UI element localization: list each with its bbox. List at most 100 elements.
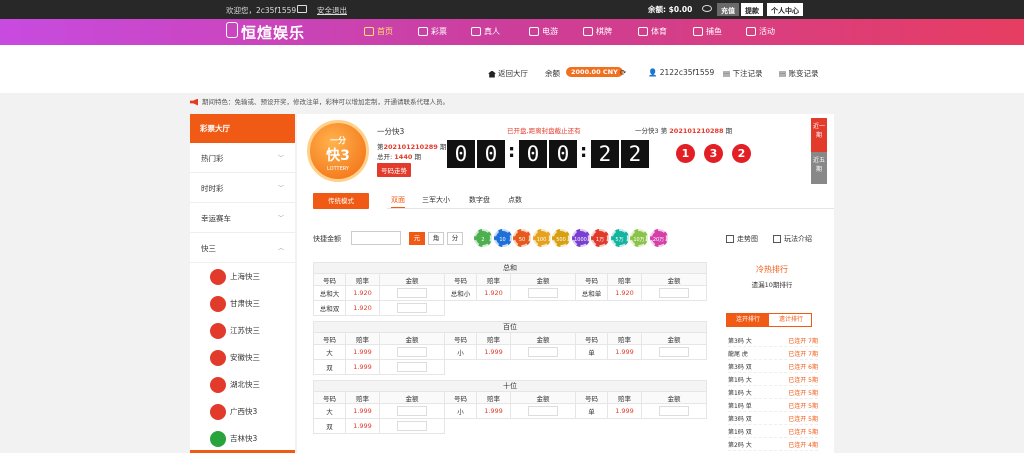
nav-item-lottery[interactable]: 彩票 xyxy=(418,26,447,37)
trend-chart-link[interactable]: 走势图 xyxy=(726,234,758,244)
sidebar-item-anhui-k3[interactable]: 安徽快三 xyxy=(190,344,295,371)
bet-amount-input[interactable] xyxy=(659,288,689,298)
logout-link[interactable]: 安全退出 xyxy=(317,5,347,16)
chip-50[interactable]: 50 xyxy=(513,229,531,247)
chevron-down-icon: ﹀ xyxy=(277,185,284,192)
sidebar-header[interactable]: 彩票大厅 xyxy=(190,114,295,143)
bet-table: 总和 号码 赔率 金额 号码 赔率 金额 号码 赔率 金额 总和大 1.920 总和小 1.920 总和单 1… xyxy=(313,262,707,439)
chip-2[interactable]: 2 xyxy=(474,229,492,247)
draw-status: 已开盘,距离封盘截止还有 xyxy=(507,127,581,135)
tab-recent-five[interactable]: 近五期 xyxy=(811,152,827,184)
nav-label: 捕鱼 xyxy=(706,27,722,36)
recharge-button[interactable]: 充值 xyxy=(717,3,739,16)
unit-jiao-button[interactable]: 角 xyxy=(428,232,444,245)
sidebar-cat-racing[interactable]: 幸运赛车 ﹀ xyxy=(190,203,295,233)
sub-label: 安徽快三 xyxy=(230,353,260,362)
chip-500[interactable]: 500 xyxy=(552,229,570,247)
refresh-icon[interactable]: ⟳ xyxy=(620,68,626,77)
bet-amount-input[interactable] xyxy=(528,347,558,357)
bet-amount-input[interactable] xyxy=(397,406,427,416)
sidebar-item-guangxi-k3[interactable]: 广西快3 xyxy=(190,398,295,425)
bet-option-label: 小 xyxy=(445,404,477,419)
balance-text: 余额: $0.00 xyxy=(648,5,693,14)
bet-amount-input[interactable] xyxy=(397,288,427,298)
user-center-button[interactable]: 个人中心 xyxy=(767,3,803,16)
unit-yuan-button[interactable]: 元 xyxy=(409,232,425,245)
current-issue: 第202101210289 期 xyxy=(377,141,446,151)
bet-amount-input[interactable] xyxy=(397,362,427,372)
bet-amount-input[interactable] xyxy=(659,406,689,416)
number-trend-button[interactable]: 号码走势 xyxy=(377,163,411,177)
unit-fen-button[interactable]: 分 xyxy=(447,232,463,245)
header-num: 号码 xyxy=(314,274,346,286)
chip-1万[interactable]: 1万 xyxy=(591,229,609,247)
bet-amount-cell xyxy=(511,404,576,419)
play-tab-points[interactable]: 点数 xyxy=(508,195,522,205)
chip-100[interactable]: 100 xyxy=(532,229,551,247)
nav-item-promo[interactable]: 活动 xyxy=(746,26,775,37)
bet-amount-cell xyxy=(380,286,445,301)
bet-amount-input[interactable] xyxy=(659,347,689,357)
rules-link[interactable]: 玩法介绍 xyxy=(773,234,812,244)
bet-amount-input[interactable] xyxy=(397,303,427,313)
eye-icon[interactable] xyxy=(702,5,712,12)
site-logo[interactable]: 恒煊娱乐 xyxy=(226,22,305,43)
chip-10[interactable]: 10 xyxy=(493,229,512,247)
hot-item-value: 已连开 5期 xyxy=(788,416,818,423)
quick-amount-input[interactable] xyxy=(351,231,401,245)
play-tab-two-sides[interactable]: 双面 xyxy=(391,195,405,208)
sidebar-item-hubei-k3[interactable]: 湖北快三 xyxy=(190,371,295,398)
hot-item-label: 第3码 双 xyxy=(728,416,752,423)
hot-item-value: 已连开 6期 xyxy=(788,364,818,371)
lottery-ball-icon xyxy=(210,430,226,447)
bet-amount-input[interactable] xyxy=(397,347,427,357)
cat-label: 热门彩 xyxy=(201,154,224,163)
sidebar-item-gansu-k3[interactable]: 甘肃快三 xyxy=(190,290,295,317)
sidebar-cat-k3[interactable]: 快三 ︿ xyxy=(190,233,295,263)
nav-item-egames[interactable]: 电游 xyxy=(529,26,558,37)
bet-amount-input[interactable] xyxy=(528,406,558,416)
sub-label: 江苏快三 xyxy=(230,326,260,335)
sidebar-item-jiangsu-k3[interactable]: 江苏快三 xyxy=(190,317,295,344)
bet-record-link[interactable]: ▤ 下注记录 xyxy=(723,68,762,79)
list-item: 第3码 双 已连开 5期 xyxy=(728,412,818,425)
chip-1000[interactable]: 1000 xyxy=(571,229,590,247)
play-tab-three-army[interactable]: 三军大小 xyxy=(422,195,450,205)
sidebar-cat-ssc[interactable]: 时时彩 ﹀ xyxy=(190,173,295,203)
nav-item-chess[interactable]: 棋牌 xyxy=(583,26,612,37)
chip-5万[interactable]: 5万 xyxy=(610,229,629,247)
withdraw-button[interactable]: 提款 xyxy=(741,3,763,16)
dice-icon xyxy=(583,27,593,36)
lobby-link[interactable]: 返回大厅 xyxy=(488,68,528,79)
account-record-link[interactable]: ▤ 账变记录 xyxy=(779,68,818,79)
tab-streak-rank[interactable]: 连开排行 xyxy=(727,314,769,326)
bet-odds: 1.999 xyxy=(346,345,380,360)
play-tab-number-board[interactable]: 数字盘 xyxy=(469,195,490,205)
user-link[interactable]: 👤 2122c35f1559 xyxy=(648,68,714,77)
traditional-mode-button[interactable]: 传统模式 xyxy=(313,193,369,209)
sidebar-cat-hot[interactable]: 热门彩 ﹀ xyxy=(190,143,295,173)
countdown-s2: 2 xyxy=(621,140,649,168)
tab-recent-draw[interactable]: 近一期 xyxy=(811,118,827,152)
chip-20万[interactable]: 20万 xyxy=(649,229,668,247)
header-num: 号码 xyxy=(445,333,477,345)
sidebar-item-jilin-k3[interactable]: 吉林快3 xyxy=(190,425,295,452)
chip-10万[interactable]: 10万 xyxy=(630,229,648,247)
list-item: 第2码 大 已连开 4期 xyxy=(728,438,818,451)
nav-item-sports[interactable]: 体育 xyxy=(638,26,667,37)
total-suffix: 期 xyxy=(414,153,421,161)
nav-item-fishing[interactable]: 捕鱼 xyxy=(693,26,722,37)
bet-odds: 1.999 xyxy=(346,360,380,375)
tab-miss-rank[interactable]: 遗计排行 xyxy=(770,314,812,326)
nav-item-live[interactable]: 真人 xyxy=(471,26,500,37)
nav-item-home[interactable]: 首页 xyxy=(364,26,393,37)
hot-item-value: 已连开 5期 xyxy=(788,390,818,397)
bet-amount-cell xyxy=(380,345,445,360)
header-odds: 赔率 xyxy=(608,333,642,345)
bet-amount-input[interactable] xyxy=(528,288,558,298)
hot-subtitle: 遗漏10期排行 xyxy=(751,281,793,289)
bet-amount-input[interactable] xyxy=(397,421,427,431)
mail-icon[interactable] xyxy=(297,5,307,13)
sidebar-item-shanghai-k3[interactable]: 上海快三 xyxy=(190,263,295,290)
result-ball: 1 xyxy=(676,144,695,163)
